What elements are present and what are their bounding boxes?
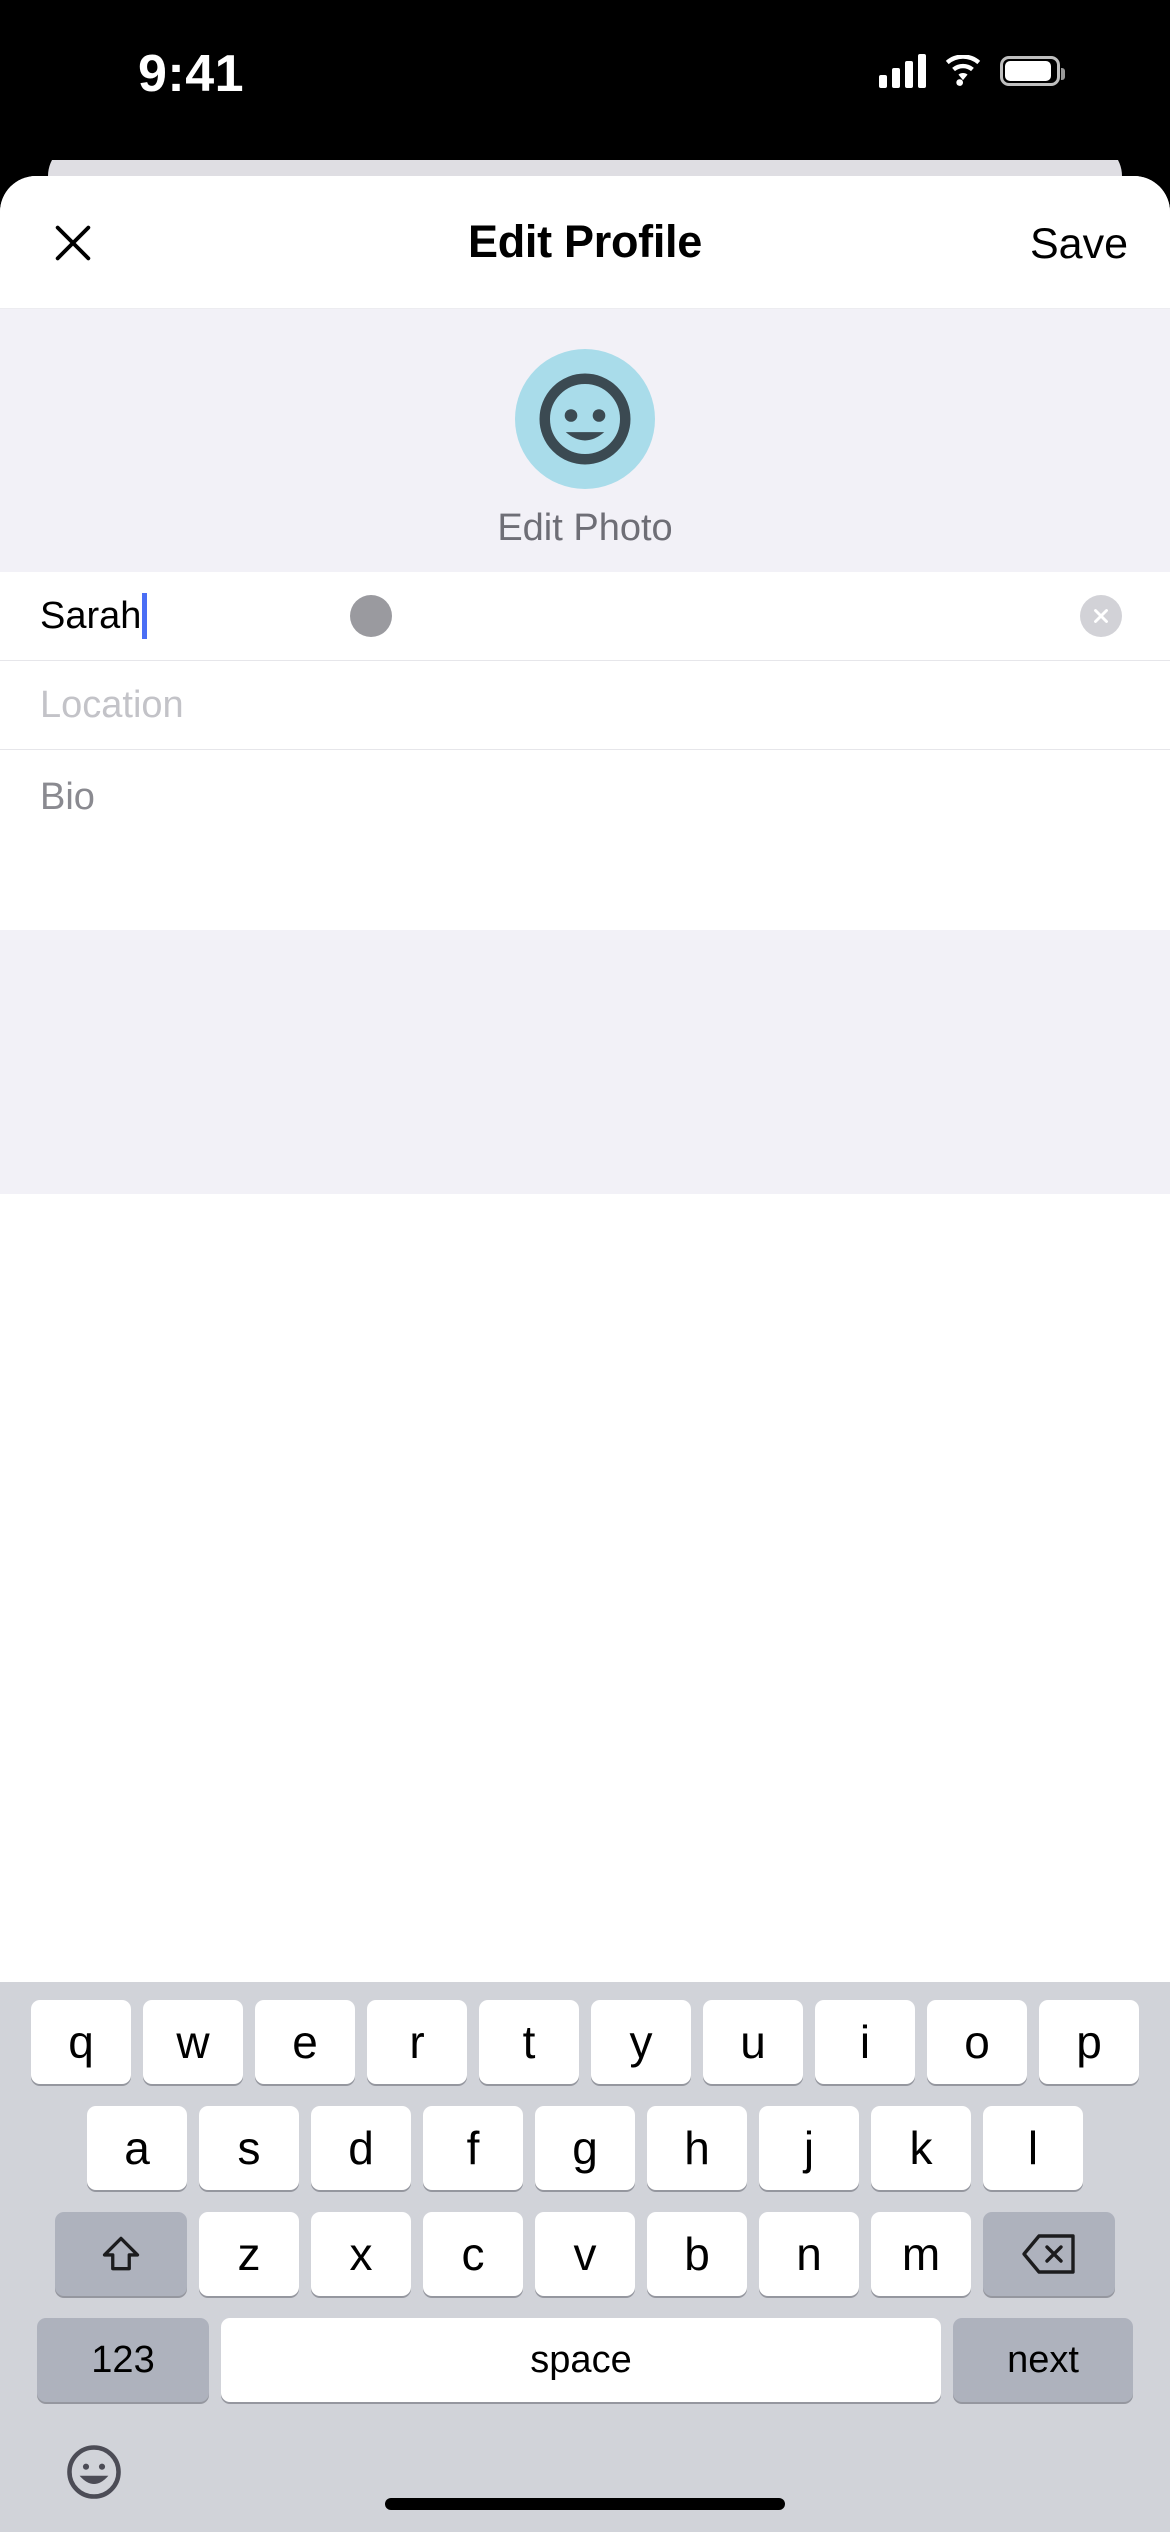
iphone-screen: 9:41 Edit Profile Save Edit Photo Sarah … bbox=[0, 0, 1170, 2532]
close-button[interactable] bbox=[38, 208, 108, 278]
onscreen-keyboard: q w e r t y u i o p a s d f g h j k l z … bbox=[0, 1982, 1170, 2532]
smiley-face-avatar-icon bbox=[539, 373, 631, 465]
clear-name-button[interactable] bbox=[1080, 595, 1122, 637]
key-t[interactable]: t bbox=[479, 2000, 579, 2084]
wifi-icon bbox=[945, 55, 981, 86]
keyboard-row-1: q w e r t y u i o p bbox=[0, 2000, 1170, 2084]
backspace-key[interactable] bbox=[983, 2212, 1115, 2296]
backspace-delete-icon bbox=[1022, 2234, 1075, 2274]
profile-form: Sarah Location Bio bbox=[0, 572, 1170, 1194]
clear-circle-icon bbox=[1094, 609, 1108, 623]
space-key[interactable]: space bbox=[221, 2318, 941, 2402]
key-q[interactable]: q bbox=[31, 2000, 131, 2084]
name-input-value: Sarah bbox=[40, 594, 142, 637]
emoji-key[interactable] bbox=[62, 2440, 126, 2504]
key-y[interactable]: y bbox=[591, 2000, 691, 2084]
location-input-placeholder: Location bbox=[40, 683, 184, 726]
key-a[interactable]: a bbox=[87, 2106, 187, 2190]
edit-profile-sheet: Edit Profile Save Edit Photo Sarah Locat… bbox=[0, 176, 1170, 2532]
keyboard-bottom-bar bbox=[0, 2412, 1170, 2532]
key-r[interactable]: r bbox=[367, 2000, 467, 2084]
key-c[interactable]: c bbox=[423, 2212, 523, 2296]
status-time: 9:41 bbox=[138, 45, 245, 103]
bio-input-placeholder: Bio bbox=[40, 776, 95, 818]
close-icon bbox=[55, 225, 91, 261]
navigation-bar: Edit Profile Save bbox=[0, 176, 1170, 308]
edit-photo-button[interactable]: Edit Photo bbox=[497, 507, 672, 550]
keyboard-row-2: a s d f g h j k l bbox=[0, 2106, 1170, 2190]
keyboard-row-4: 123 space next bbox=[0, 2318, 1170, 2402]
key-w[interactable]: w bbox=[143, 2000, 243, 2084]
key-s[interactable]: s bbox=[199, 2106, 299, 2190]
status-icons bbox=[879, 48, 1065, 94]
key-z[interactable]: z bbox=[199, 2212, 299, 2296]
key-l[interactable]: l bbox=[983, 2106, 1083, 2190]
key-i[interactable]: i bbox=[815, 2000, 915, 2084]
key-p[interactable]: p bbox=[1039, 2000, 1139, 2084]
numbers-key[interactable]: 123 bbox=[37, 2318, 209, 2402]
page-title: Edit Profile bbox=[468, 216, 702, 267]
shift-key[interactable] bbox=[55, 2212, 187, 2296]
key-g[interactable]: g bbox=[535, 2106, 635, 2190]
save-button[interactable]: Save bbox=[1030, 220, 1128, 269]
key-d[interactable]: d bbox=[311, 2106, 411, 2190]
key-n[interactable]: n bbox=[759, 2212, 859, 2296]
key-o[interactable]: o bbox=[927, 2000, 1027, 2084]
key-b[interactable]: b bbox=[647, 2212, 747, 2296]
text-selection-handle-icon[interactable] bbox=[350, 595, 392, 637]
next-key[interactable]: next bbox=[953, 2318, 1133, 2402]
form-spacer bbox=[0, 930, 1170, 1194]
key-v[interactable]: v bbox=[535, 2212, 635, 2296]
avatar[interactable] bbox=[515, 349, 655, 489]
name-field-row[interactable]: Sarah bbox=[0, 572, 1170, 661]
battery-icon bbox=[1000, 56, 1065, 86]
shift-arrow-icon bbox=[102, 2236, 140, 2271]
key-e[interactable]: e bbox=[255, 2000, 355, 2084]
key-x[interactable]: x bbox=[311, 2212, 411, 2296]
key-h[interactable]: h bbox=[647, 2106, 747, 2190]
key-f[interactable]: f bbox=[423, 2106, 523, 2190]
status-bar: 9:41 bbox=[0, 0, 1170, 160]
home-indicator[interactable] bbox=[385, 2498, 785, 2510]
keyboard-row-3: z x c v b n m bbox=[0, 2212, 1170, 2296]
key-m[interactable]: m bbox=[871, 2212, 971, 2296]
avatar-section: Edit Photo bbox=[0, 308, 1170, 572]
text-caret bbox=[142, 593, 148, 639]
key-j[interactable]: j bbox=[759, 2106, 859, 2190]
bio-field-row[interactable]: Bio bbox=[0, 750, 1170, 930]
location-field-row[interactable]: Location bbox=[0, 661, 1170, 750]
key-u[interactable]: u bbox=[703, 2000, 803, 2084]
emoji-smiley-icon bbox=[67, 2445, 121, 2499]
key-k[interactable]: k bbox=[871, 2106, 971, 2190]
cellular-signal-icon bbox=[879, 54, 926, 88]
